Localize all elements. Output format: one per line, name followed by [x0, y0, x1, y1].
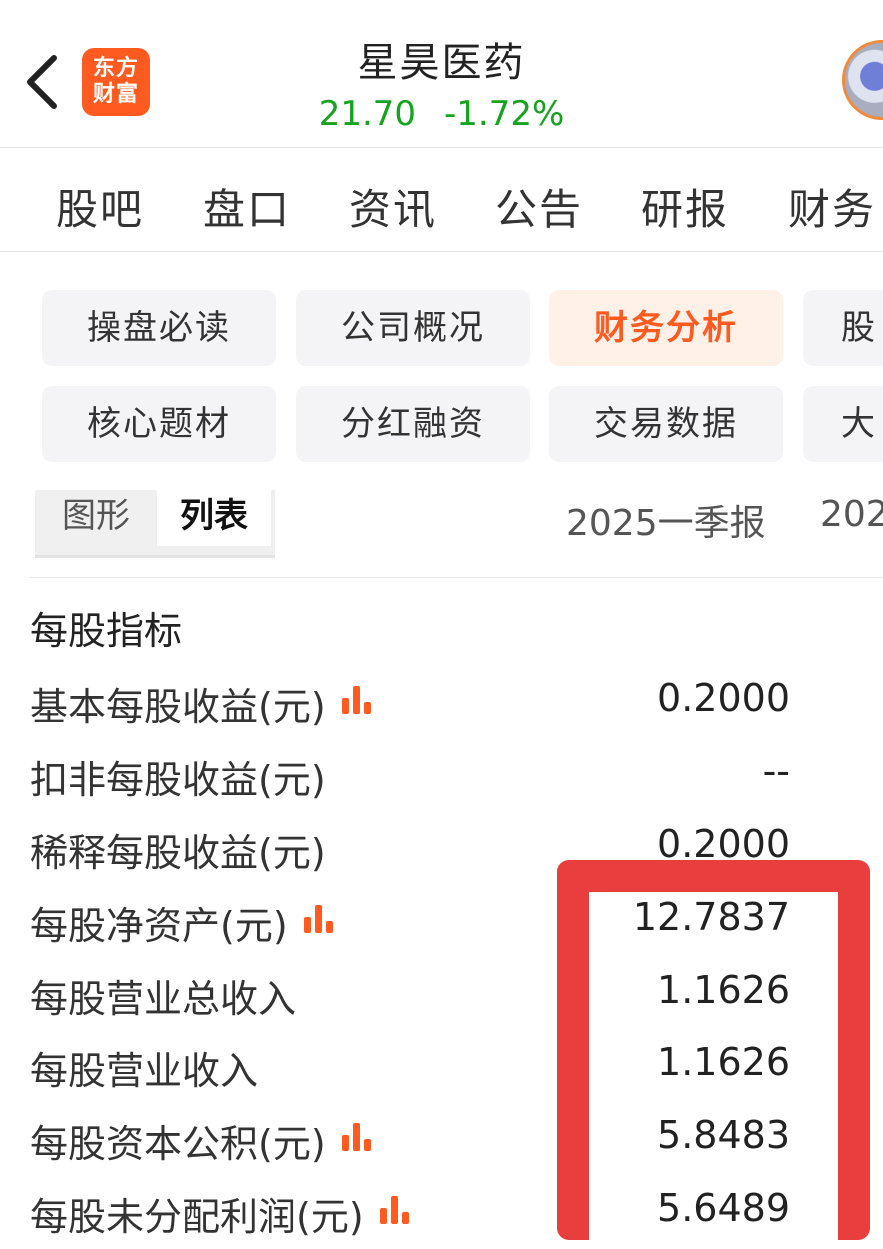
tab-finance[interactable]: 财务: [788, 176, 876, 237]
row-value: --: [762, 749, 790, 793]
bar-chart-icon[interactable]: [340, 684, 374, 714]
chip-shareholders[interactable]: 股: [803, 290, 883, 366]
tab-pankou[interactable]: 盘口: [203, 176, 291, 237]
tab-research[interactable]: 研报: [641, 176, 729, 237]
row-label: 稀释每股收益(元): [30, 831, 326, 875]
row-label: 每股资本公积(元): [30, 1113, 374, 1168]
row-value: 0.2000: [657, 822, 790, 866]
bar-chart-icon[interactable]: [340, 1121, 374, 1151]
chip-trading-data[interactable]: 交易数据: [549, 386, 783, 462]
row-label: 每股未分配利润(元): [30, 1186, 412, 1241]
stock-change-percent: -1.72%: [444, 94, 565, 134]
tab-announcements[interactable]: 公告: [495, 176, 583, 237]
main-tab-bar: 股吧 盘口 资讯 公告 研报 财务: [0, 150, 883, 252]
chip-core-themes[interactable]: 核心题材: [42, 386, 276, 462]
table-row: 每股资本公积(元) 5.8483: [30, 1113, 790, 1173]
table-row: 基本每股收益(元) 0.2000: [30, 676, 790, 736]
toggle-graph-option[interactable]: 图形: [35, 490, 157, 546]
stock-header: 东方 财富 星昊医药 21.70 -1.72%: [0, 0, 883, 148]
row-value: 12.7837: [632, 895, 790, 939]
toggle-list-option[interactable]: 列表: [157, 490, 271, 546]
divider: [30, 577, 883, 578]
bar-chart-icon[interactable]: [378, 1194, 412, 1224]
tab-guba[interactable]: 股吧: [56, 176, 144, 237]
row-value: 5.8483: [657, 1113, 790, 1157]
stock-quote: 21.70 -1.72%: [0, 94, 883, 134]
table-row: 稀释每股收益(元) 0.2000: [30, 822, 790, 882]
bar-chart-icon[interactable]: [302, 903, 336, 933]
row-label: 每股净资产(元): [30, 895, 336, 950]
chip-major-events[interactable]: 大: [803, 386, 883, 462]
chip-trading-essentials[interactable]: 操盘必读: [42, 290, 276, 366]
row-value: 1.1626: [657, 1040, 790, 1084]
row-value: 0.2000: [657, 676, 790, 720]
chip-dividends-financing[interactable]: 分红融资: [296, 386, 530, 462]
row-value: 5.6489: [657, 1186, 790, 1230]
row-value: 1.1626: [657, 968, 790, 1012]
tab-news[interactable]: 资讯: [349, 176, 437, 237]
table-row: 每股营业总收入 1.1626: [30, 968, 790, 1028]
period-column-header[interactable]: 2025一季报: [566, 494, 766, 546]
chip-financial-analysis[interactable]: 财务分析: [549, 290, 783, 366]
row-label: 每股营业收入: [30, 1049, 259, 1093]
chip-company-overview[interactable]: 公司概况: [296, 290, 530, 366]
stock-price: 21.70: [318, 94, 417, 134]
section-title: 每股指标: [30, 609, 183, 653]
table-row: 扣非每股收益(元) --: [30, 749, 790, 809]
stock-name: 星昊医药: [357, 40, 526, 86]
row-label: 基本每股收益(元): [30, 676, 374, 731]
table-row: 每股营业收入 1.1626: [30, 1040, 790, 1100]
table-row: 每股未分配利润(元) 5.6489: [30, 1186, 790, 1246]
view-toggle: 图形 列表: [35, 490, 275, 558]
period-column-header[interactable]: 202: [820, 494, 883, 535]
row-label: 每股营业总收入: [30, 977, 297, 1021]
row-label: 扣非每股收益(元): [30, 758, 326, 802]
table-row: 每股净资产(元) 12.7837: [30, 895, 790, 955]
